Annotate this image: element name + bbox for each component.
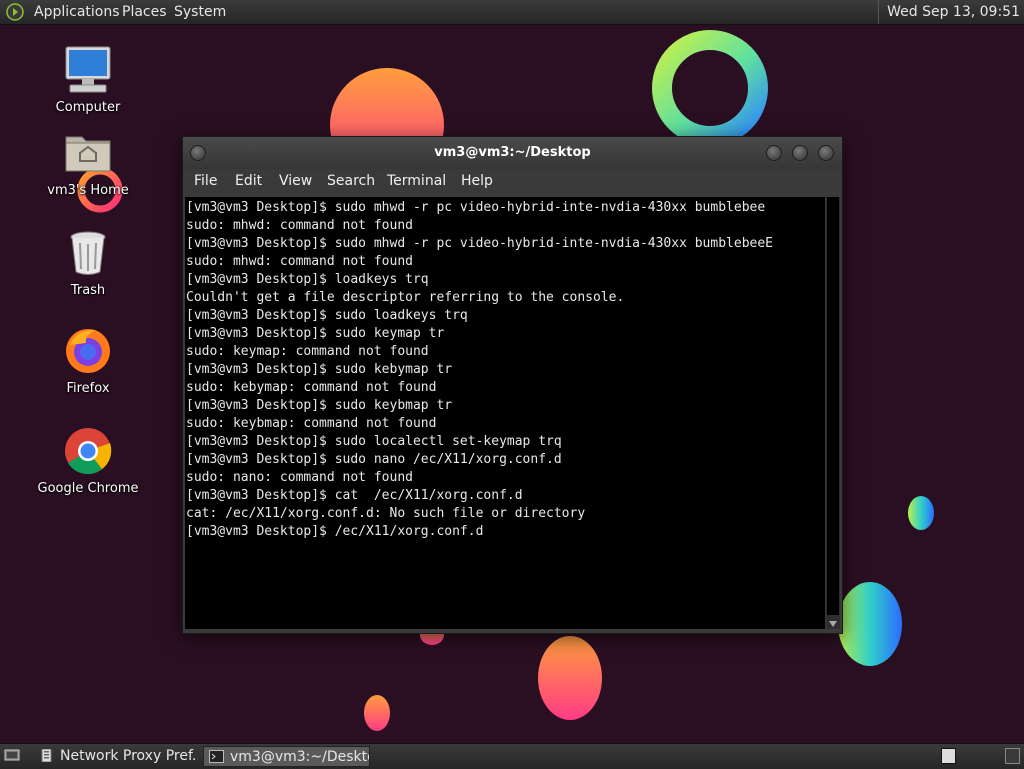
window-titlebar[interactable]: vm3@vm3:~/Desktop	[183, 137, 842, 169]
window-title: vm3@vm3:~/Desktop	[434, 145, 591, 160]
menu-terminal[interactable]: Terminal	[387, 173, 446, 189]
clock[interactable]: Wed Sep 13, 09:51	[878, 0, 1020, 24]
menu-search[interactable]: Search	[327, 173, 375, 189]
taskbar-item-network-proxy[interactable]: Network Proxy Pref...	[34, 746, 198, 767]
taskbar-item-label: Network Proxy Pref...	[60, 748, 198, 764]
terminal-output[interactable]: [vm3@vm3 Desktop]$ sudo mhwd -r pc video…	[185, 197, 825, 629]
workspace-1[interactable]	[941, 748, 956, 764]
computer-icon	[65, 46, 111, 93]
desktop-icon-label: Google Chrome	[37, 481, 139, 496]
preferences-icon	[41, 749, 52, 762]
terminal-scrollbar[interactable]	[826, 197, 840, 629]
desktop-icon-home[interactable]: vm3's Home	[33, 127, 143, 198]
scroll-down-arrow-icon[interactable]	[829, 621, 837, 627]
chrome-icon	[65, 428, 112, 475]
home-folder-icon	[65, 136, 111, 172]
trash-icon	[70, 231, 106, 275]
minimize-button[interactable]	[766, 145, 782, 161]
workspace-2[interactable]	[1005, 748, 1020, 764]
desktop-icon-label: Trash	[70, 283, 106, 298]
desktop-icon-label: Firefox	[66, 381, 110, 396]
system-menu[interactable]: System	[174, 0, 226, 24]
menu-help[interactable]: Help	[461, 173, 493, 189]
menu-edit[interactable]: Edit	[235, 173, 262, 189]
places-menu[interactable]: Places	[122, 0, 167, 24]
scrollbar-thumb[interactable]	[827, 197, 839, 615]
taskbar-item-label: vm3@vm3:~/Desktop	[230, 749, 370, 765]
top-panel: Applications Places System Wed Sep 13, 0…	[0, 0, 1024, 25]
window-menu-icon[interactable]	[190, 145, 206, 161]
applications-menu[interactable]: Applications	[34, 0, 120, 24]
terminal-menubar: File Edit View Search Terminal Help	[183, 169, 842, 195]
terminal-text: [vm3@vm3 Desktop]$ sudo mhwd -r pc video…	[186, 200, 773, 539]
desktop-icon-label: Computer	[55, 100, 121, 115]
terminal-icon	[209, 750, 224, 763]
menu-file[interactable]: File	[194, 173, 217, 189]
show-desktop-icon[interactable]	[4, 748, 20, 762]
bottom-panel: Network Proxy Pref... vm3@vm3:~/Desktop	[0, 743, 1024, 769]
desktop-icon-computer[interactable]: Computer	[33, 44, 143, 115]
terminal-window[interactable]: vm3@vm3:~/Desktop File Edit View Search …	[182, 136, 843, 634]
desktop-icon-chrome[interactable]: Google Chrome	[33, 425, 143, 496]
desktop-icon-trash[interactable]: Trash	[33, 227, 143, 298]
firefox-icon	[66, 329, 110, 373]
menu-view[interactable]: View	[279, 173, 312, 189]
taskbar-item-terminal[interactable]: vm3@vm3:~/Desktop	[203, 746, 370, 767]
desktop-icon-label: vm3's Home	[47, 183, 129, 198]
desktop-icon-firefox[interactable]: Firefox	[33, 325, 143, 396]
close-button[interactable]	[818, 145, 834, 161]
maximize-button[interactable]	[792, 145, 808, 161]
applications-menu-icon[interactable]	[6, 3, 24, 21]
